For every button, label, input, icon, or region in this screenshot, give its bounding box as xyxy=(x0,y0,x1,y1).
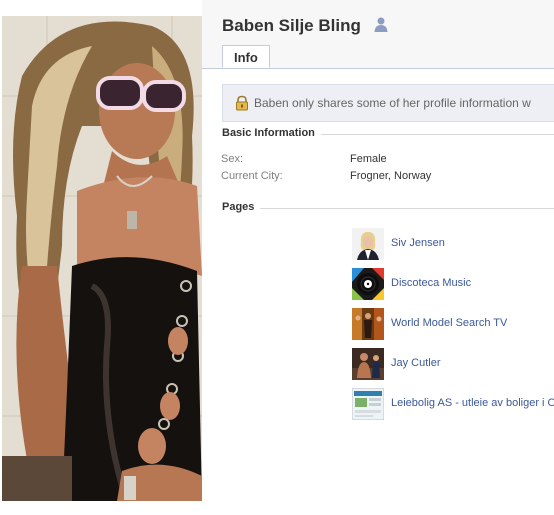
privacy-notice: Baben only shares some of her profile in… xyxy=(222,84,554,122)
page-item-discoteca-music[interactable]: Discoteca Music xyxy=(352,268,554,300)
current-city-label: Current City: xyxy=(221,170,283,182)
page-link-jay-cutler[interactable]: Jay Cutler xyxy=(391,357,441,369)
page-item-leiebolig-as[interactable]: Leiebolig AS - utleie av boliger i Os xyxy=(352,388,554,420)
sex-label: Sex: xyxy=(221,153,244,165)
model-photo-thumbnail-icon[interactable] xyxy=(352,308,384,340)
stage-photo-thumbnail-icon[interactable] xyxy=(352,348,384,380)
profile-content: Baben Silje Bling Info Baben only shares… xyxy=(202,0,554,515)
page-item-siv-jensen[interactable]: Siv Jensen xyxy=(352,228,554,260)
portrait-thumbnail-icon[interactable] xyxy=(352,228,384,260)
person-icon[interactable] xyxy=(373,16,389,32)
page-link-siv-jensen[interactable]: Siv Jensen xyxy=(391,237,445,249)
page-item-jay-cutler[interactable]: Jay Cutler xyxy=(352,348,554,380)
basic-information-heading: Basic Information xyxy=(222,127,321,139)
pages-heading: Pages xyxy=(222,201,261,213)
sex-value: Female xyxy=(350,153,387,165)
lock-icon xyxy=(234,95,250,111)
tab-info[interactable]: Info xyxy=(222,45,270,68)
pages-divider xyxy=(222,208,554,209)
page-link-leiebolig-as[interactable]: Leiebolig AS - utleie av boliger i Os xyxy=(391,397,554,409)
website-screenshot-thumbnail-icon[interactable] xyxy=(352,388,384,420)
profile-photo-illustration xyxy=(2,16,202,501)
current-city-value: Frogner, Norway xyxy=(350,170,432,182)
page-link-world-model-search-tv[interactable]: World Model Search TV xyxy=(391,317,507,329)
profile-name: Baben Silje Bling xyxy=(222,16,361,35)
vinyl-record-thumbnail-icon[interactable] xyxy=(352,268,384,300)
profile-photo[interactable] xyxy=(2,16,202,501)
profile-page: Baben Silje Bling Info Baben only shares… xyxy=(0,0,554,515)
page-link-discoteca-music[interactable]: Discoteca Music xyxy=(391,277,471,289)
privacy-notice-text: Baben only shares some of her profile in… xyxy=(254,96,531,110)
page-item-world-model-search-tv[interactable]: World Model Search TV xyxy=(352,308,554,340)
